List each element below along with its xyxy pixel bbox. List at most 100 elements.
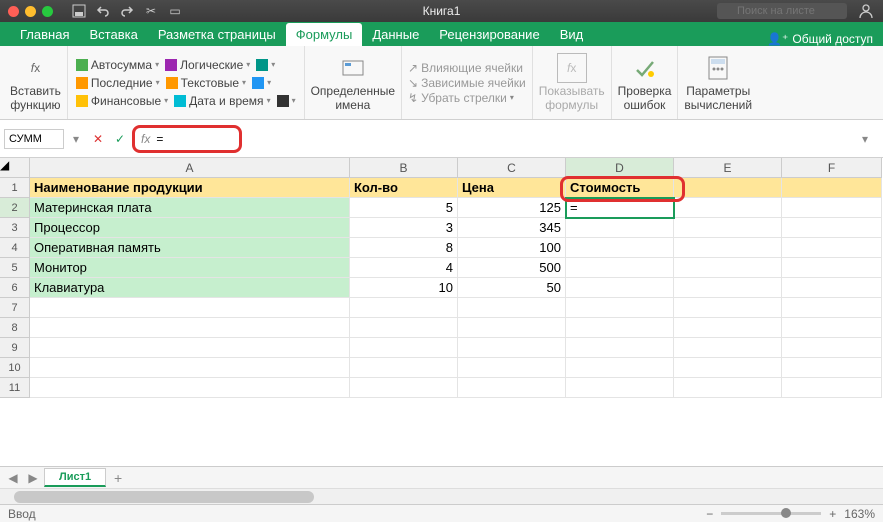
cell[interactable] [458,318,566,338]
select-all-corner[interactable]: ◢ [0,158,30,178]
col-header-b[interactable]: B [350,158,458,178]
cell[interactable]: Материнская плата [30,198,350,218]
row-header[interactable]: 10 [0,358,30,378]
cell[interactable] [782,258,882,278]
cell[interactable]: Цена [458,178,566,198]
cell[interactable]: 345 [458,218,566,238]
cell[interactable] [782,298,882,318]
cell[interactable] [458,358,566,378]
row-header[interactable]: 6 [0,278,30,298]
cell[interactable] [458,378,566,398]
lookup-button[interactable]: ▾ [254,57,277,73]
cell[interactable] [674,338,782,358]
cell[interactable] [350,318,458,338]
cell[interactable] [782,238,882,258]
cell[interactable] [674,238,782,258]
tab-review[interactable]: Рецензирование [429,23,549,46]
col-header-c[interactable]: C [458,158,566,178]
cell[interactable]: Процессор [30,218,350,238]
minimize-window-button[interactable] [25,6,36,17]
expand-formula-bar-button[interactable]: ▾ [855,129,875,149]
cell[interactable] [674,258,782,278]
date-button[interactable]: Дата и время▾ [172,93,272,109]
search-input[interactable] [717,3,847,19]
row-header[interactable]: 8 [0,318,30,338]
zoom-in-button[interactable]: + [829,507,836,521]
financial-button[interactable]: Финансовые▾ [74,93,170,109]
cell[interactable]: 5 [350,198,458,218]
cell[interactable] [674,318,782,338]
cell[interactable] [566,318,674,338]
row-header[interactable]: 4 [0,238,30,258]
row-header[interactable]: 2 [0,198,30,218]
sheet-nav-prev[interactable]: ◀ [4,471,22,485]
cell[interactable] [674,298,782,318]
cell[interactable] [566,278,674,298]
cell[interactable] [350,338,458,358]
cell[interactable] [350,298,458,318]
cell[interactable] [674,278,782,298]
cell[interactable] [674,198,782,218]
trace-precedents-button[interactable]: ↗Влияющие ячейки [408,61,526,75]
cell[interactable]: 8 [350,238,458,258]
logical-button[interactable]: Логические▾ [163,57,252,73]
cell[interactable] [30,358,350,378]
scrollbar-thumb[interactable] [14,491,314,503]
recent-button[interactable]: Последние▾ [74,75,162,91]
cell[interactable]: Оперативная память [30,238,350,258]
cell[interactable]: 500 [458,258,566,278]
cell[interactable] [566,218,674,238]
sheet-nav-next[interactable]: ▶ [24,471,42,485]
user-account-icon[interactable] [855,0,877,22]
cell[interactable] [566,378,674,398]
horizontal-scrollbar[interactable] [0,488,883,504]
col-header-f[interactable]: F [782,158,882,178]
row-header[interactable]: 3 [0,218,30,238]
insert-function-button[interactable]: fx Вставить функцию [10,53,61,111]
sheet-tab-1[interactable]: Лист1 [44,468,106,487]
cell[interactable]: 125 [458,198,566,218]
cell[interactable] [782,358,882,378]
close-window-button[interactable] [8,6,19,17]
cell[interactable] [566,298,674,318]
cell[interactable] [782,378,882,398]
cell[interactable] [458,298,566,318]
cell[interactable]: 10 [350,278,458,298]
calculation-options-button[interactable]: Параметры вычислений [684,53,752,111]
row-header[interactable]: 1 [0,178,30,198]
cell[interactable] [566,358,674,378]
cell[interactable] [782,338,882,358]
share-button[interactable]: 👤⁺Общий доступ [767,32,873,46]
name-box-dropdown[interactable]: ▾ [66,129,86,149]
cell[interactable] [782,218,882,238]
confirm-formula-button[interactable]: ✓ [110,129,130,149]
row-header[interactable]: 9 [0,338,30,358]
show-formulas-button[interactable]: fx Показывать формулы [539,53,605,111]
cell[interactable] [30,318,350,338]
cell[interactable] [674,178,782,198]
name-box[interactable] [4,129,64,149]
cell[interactable]: 4 [350,258,458,278]
cell[interactable] [566,258,674,278]
active-cell[interactable]: = [566,198,674,218]
cell[interactable] [782,198,882,218]
cell[interactable] [350,358,458,378]
math-button[interactable]: ▾ [250,75,273,91]
cell[interactable] [30,298,350,318]
zoom-out-button[interactable]: − [706,507,713,521]
autosum-button[interactable]: Автосумма▾ [74,57,161,73]
cell[interactable]: 50 [458,278,566,298]
cell[interactable] [566,238,674,258]
remove-arrows-button[interactable]: ↯Убрать стрелки▾ [408,91,526,105]
error-checking-button[interactable]: Проверка ошибок [618,53,672,111]
cell[interactable] [458,338,566,358]
more-functions-button[interactable]: ▾ [275,93,298,109]
row-header[interactable]: 7 [0,298,30,318]
tab-view[interactable]: Вид [550,23,594,46]
formula-input[interactable] [156,132,216,146]
tab-data[interactable]: Данные [362,23,429,46]
col-header-e[interactable]: E [674,158,782,178]
cell[interactable] [30,378,350,398]
trace-dependents-button[interactable]: ↘Зависимые ячейки [408,76,526,90]
text-button[interactable]: Текстовые▾ [164,75,248,91]
